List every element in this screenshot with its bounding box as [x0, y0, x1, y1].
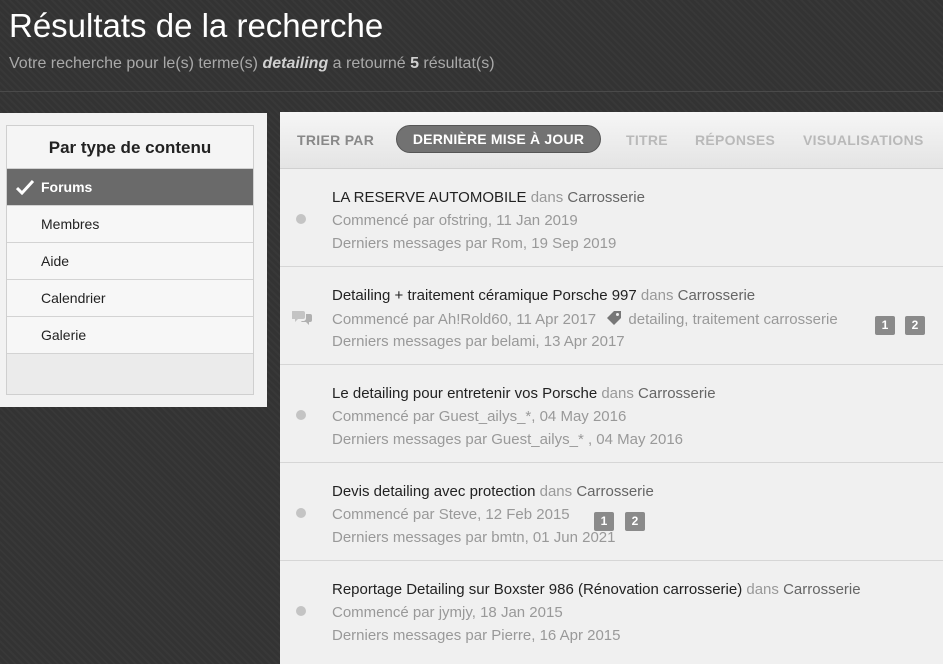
filter-item-forums[interactable]: Forums: [7, 169, 253, 206]
forum-link[interactable]: Carrosserie: [567, 189, 645, 206]
result-title-line: LA RESERVE AUTOMOBILE dans Carrosserie: [332, 189, 645, 206]
sort-views-link[interactable]: VISUALISATIONS: [803, 132, 924, 148]
result-title-link[interactable]: Reportage Detailing sur Boxster 986 (Rén…: [332, 581, 742, 598]
header-divider: [0, 91, 943, 92]
last-post: Derniers messages par Guest_ailys_* , 04…: [332, 431, 684, 448]
filter-item-label: Calendrier: [41, 290, 106, 306]
forum-link[interactable]: Carrosserie: [576, 483, 654, 500]
last-post: Derniers messages par Pierre, 16 Apr 201…: [332, 627, 621, 644]
result-row: Le detailing pour entretenir vos Porsche…: [280, 365, 943, 463]
in-word: dans: [746, 581, 779, 598]
sort-replies-link[interactable]: RÉPONSES: [695, 132, 775, 148]
sort-title-link[interactable]: TITRE: [626, 132, 668, 148]
result-row: LA RESERVE AUTOMOBILE dans Carrosserie C…: [280, 169, 943, 267]
page-1-button[interactable]: 1: [875, 316, 895, 335]
sort-last-update-button[interactable]: DERNIÈRE MISE À JOUR: [396, 125, 601, 153]
check-icon: [16, 179, 34, 195]
started-by: Commencé par Ah!Rold60, 11 Apr 2017: [332, 311, 597, 328]
last-post: Derniers messages par bmtn, 01 Jun 2021: [332, 529, 616, 546]
last-post: Derniers messages par Rom, 19 Sep 2019: [332, 235, 617, 252]
started-by-line: Commencé par Ah!Rold60, 11 Apr 2017 deta…: [332, 310, 838, 328]
result-title-link[interactable]: LA RESERVE AUTOMOBILE: [332, 189, 527, 206]
sort-bar: TRIER PAR DERNIÈRE MISE À JOUR TITRE RÉP…: [280, 112, 943, 169]
last-post: Derniers messages par belami, 13 Apr 201…: [332, 333, 625, 350]
status-dot: [296, 410, 306, 420]
started-by: Commencé par Steve, 12 Feb 2015: [332, 506, 570, 523]
result-title-line: Le detailing pour entretenir vos Porsche…: [332, 385, 716, 402]
started-by: Commencé par Guest_ailys_*, 04 May 2016: [332, 408, 627, 425]
filter-heading: Par type de contenu: [7, 126, 253, 169]
page-header: Résultats de la recherche Votre recherch…: [0, 0, 943, 92]
sort-label: TRIER PAR: [297, 132, 375, 148]
result-title-line: Detailing + traitement céramique Porsche…: [332, 287, 755, 304]
summary-prefix: Votre recherche pour le(s) terme(s): [9, 55, 258, 72]
status-dot: [296, 508, 306, 518]
page-2-button[interactable]: 2: [905, 316, 925, 335]
search-term: detailing: [262, 55, 329, 72]
filter-item-label: Membres: [41, 216, 100, 232]
summary-middle: a retourné: [332, 55, 406, 72]
started-by: Commencé par ofstring, 11 Jan 2019: [332, 212, 578, 229]
in-word: dans: [601, 385, 634, 402]
search-summary: Votre recherche pour le(s) terme(s) deta…: [9, 54, 495, 74]
filter-item-label: Forums: [41, 179, 93, 195]
filter-item-aide[interactable]: Aide: [7, 243, 253, 280]
tags-link[interactable]: detailing, traitement carrosserie: [628, 311, 837, 328]
result-title-link[interactable]: Detailing + traitement céramique Porsche…: [332, 287, 637, 304]
started-by: Commencé par jymjy, 18 Jan 2015: [332, 604, 563, 621]
forum-link[interactable]: Carrosserie: [638, 385, 716, 402]
summary-suffix: résultat(s): [423, 55, 495, 72]
page-title: Résultats de la recherche: [9, 7, 384, 44]
result-title-line: Reportage Detailing sur Boxster 986 (Rén…: [332, 581, 861, 598]
result-title-link[interactable]: Devis detailing avec protection: [332, 483, 535, 500]
filter-item-label: Galerie: [41, 327, 87, 343]
forum-link[interactable]: Carrosserie: [678, 287, 756, 304]
chat-bubbles-icon: [292, 311, 312, 325]
result-row: Reportage Detailing sur Boxster 986 (Rén…: [280, 561, 943, 659]
results-panel: TRIER PAR DERNIÈRE MISE À JOUR TITRE RÉP…: [280, 112, 943, 664]
result-title-link[interactable]: Le detailing pour entretenir vos Porsche: [332, 385, 597, 402]
result-title-line: Devis detailing avec protection dans Car…: [332, 483, 654, 500]
filter-list: Par type de contenu Forums Membres Aide …: [6, 125, 254, 395]
filter-item-galerie[interactable]: Galerie: [7, 317, 253, 354]
filter-item-label: Aide: [41, 253, 70, 269]
in-word: dans: [530, 189, 564, 206]
content-type-filter: Par type de contenu Forums Membres Aide …: [0, 113, 267, 407]
result-count: 5: [410, 55, 419, 72]
page-2-button[interactable]: 2: [625, 512, 645, 531]
result-row: Devis detailing avec protection dans Car…: [280, 463, 943, 561]
filter-item-membres[interactable]: Membres: [7, 206, 253, 243]
filter-item-calendrier[interactable]: Calendrier: [7, 280, 253, 317]
status-dot: [296, 606, 306, 616]
forum-link[interactable]: Carrosserie: [783, 581, 861, 598]
status-dot: [296, 214, 306, 224]
tag-icon: [607, 311, 622, 325]
in-word: dans: [539, 483, 573, 500]
in-word: dans: [640, 287, 674, 304]
result-row: Detailing + traitement céramique Porsche…: [280, 267, 943, 365]
